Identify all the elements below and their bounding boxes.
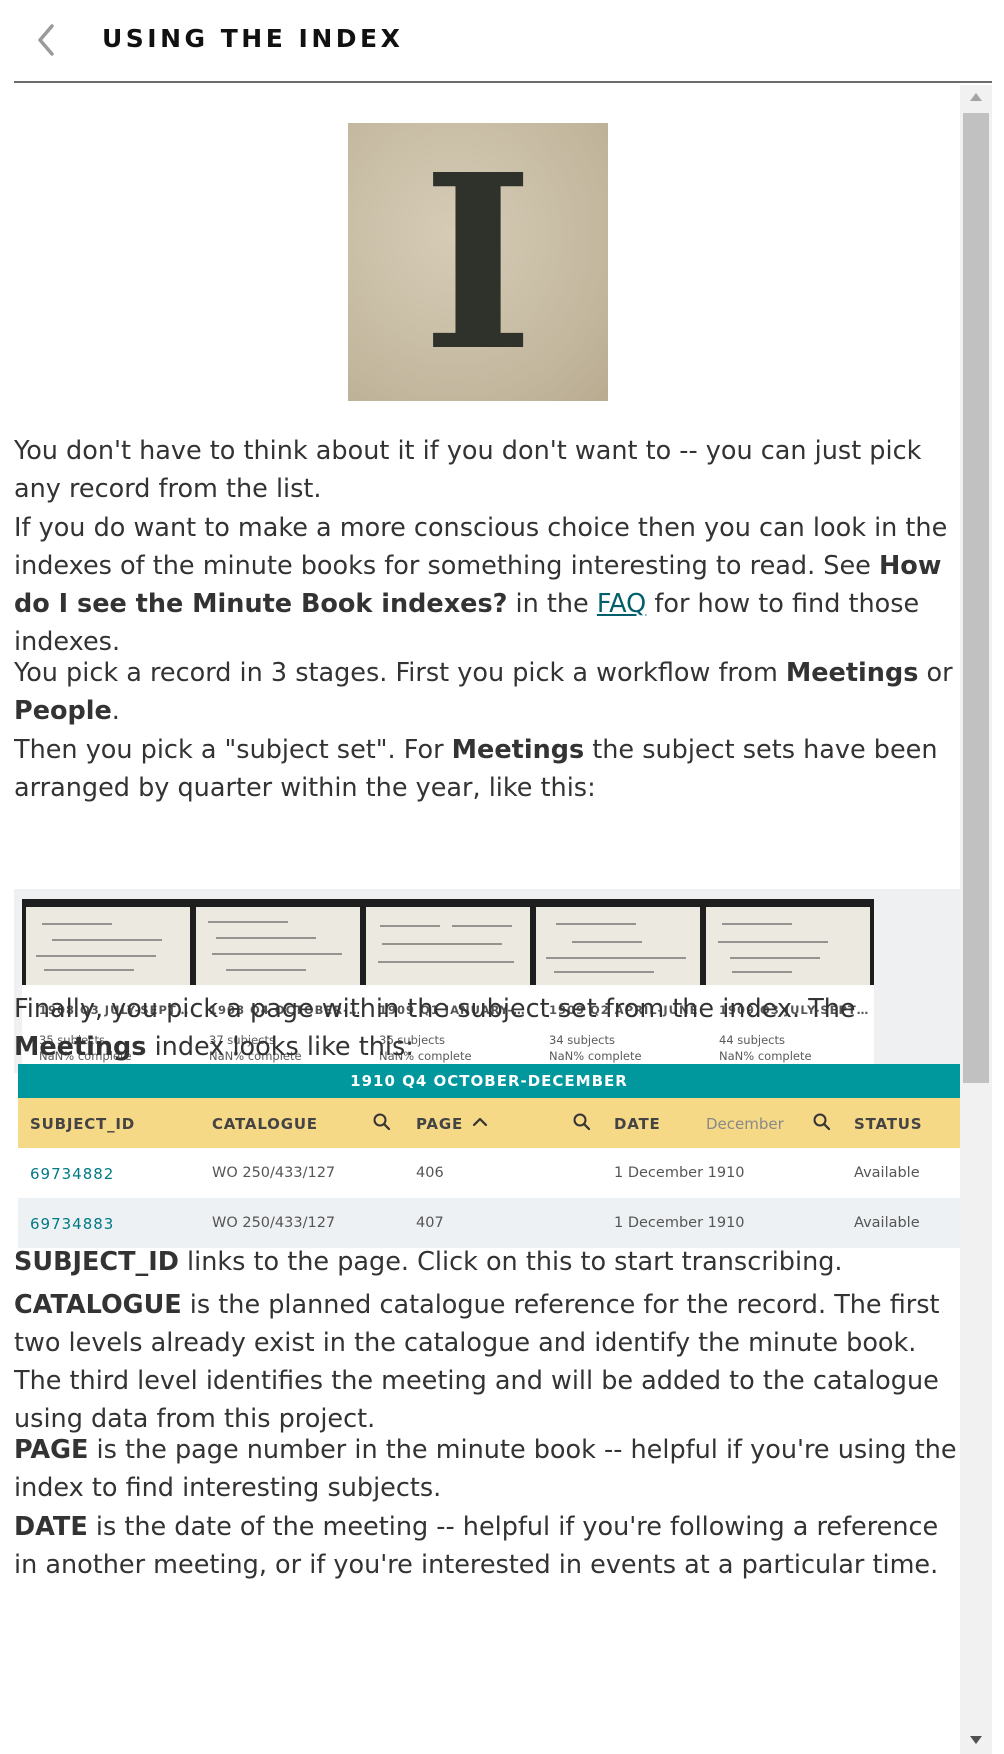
emphasis-text: SUBJECT_ID [14,1247,179,1277]
scroll-thumb[interactable] [963,113,989,1083]
scroll-up-button[interactable] [960,85,992,113]
search-icon[interactable] [372,1112,392,1132]
emphasis-text: CATALOGUE [14,1290,182,1320]
date-cell: 1 December 1910 [614,1215,745,1231]
emphasis-text: Meetings [14,1032,147,1062]
status-cell: Available [854,1165,920,1181]
search-icon[interactable] [812,1112,832,1132]
scroll-down-button[interactable] [960,1726,992,1754]
paragraph-text: If you do want to make a more conscious … [14,513,948,581]
catalogue-cell: WO 250/433/127 [212,1215,336,1231]
paragraph-page: PAGE is the page number in the minute bo… [14,1431,964,1507]
paragraph-text: is the page number in the minute book --… [14,1435,957,1503]
paragraph-text: in the [507,589,597,619]
table-header-row: SUBJECT_ID CATALOGUE PAGE DATE December [18,1098,960,1148]
paragraph-text: You pick a record in 3 stages. First you… [14,658,786,688]
hero-image: I [348,123,608,401]
paragraph-text: or [918,658,953,688]
arrow-up-icon [970,93,982,101]
chevron-left-icon [38,24,54,56]
table-title: 1910 Q4 OCTOBER-DECEMBER [18,1064,960,1098]
page-title: USING THE INDEX [102,24,404,53]
sort-ascending-icon[interactable] [470,1112,490,1132]
subject-id-link[interactable]: 69734883 [30,1215,114,1233]
card-thumbnail [192,899,364,985]
catalogue-cell: WO 250/433/127 [212,1165,336,1181]
meetings-index-table: 1910 Q4 OCTOBER-DECEMBER SUBJECT_ID CATA… [18,1064,960,1248]
paragraph-intro: You don't have to think about it if you … [14,432,964,508]
paragraph-text: index looks like this: [146,1032,414,1062]
emphasis-text: PAGE [14,1435,89,1465]
emphasis-text: Meetings [451,735,585,765]
paragraph-subject-set: Then you pick a "subject set". For Meeti… [14,731,964,807]
card-thumbnail [362,899,534,985]
content-scroll-area[interactable]: I You don't have to think about it if yo… [14,85,992,1754]
card-thumbnail [22,899,194,985]
column-header-date[interactable]: DATE [614,1115,661,1133]
column-header-subject-id[interactable]: SUBJECT_ID [30,1115,135,1133]
column-header-page[interactable]: PAGE [416,1115,463,1133]
paragraph-date: DATE is the date of the meeting -- helpf… [14,1508,964,1584]
back-button[interactable] [28,18,64,62]
arrow-down-icon [970,1736,982,1744]
paragraph-text: is the date of the meeting -- helpful if… [14,1512,939,1580]
card-thumbnail [532,899,704,985]
emphasis-text: Meetings [785,658,919,688]
paragraph-text: Then you pick a "subject set". For [14,735,452,765]
column-header-catalogue[interactable]: CATALOGUE [212,1115,318,1133]
card-thumbnail [702,899,874,985]
paragraph-text: Finally, you pick a page within the subj… [14,994,856,1024]
paragraph-subject-id: SUBJECT_ID links to the page. Click on t… [14,1243,964,1281]
column-header-status[interactable]: STATUS [854,1115,922,1133]
subject-id-link[interactable]: 69734882 [30,1165,114,1183]
emphasis-text: People [14,696,112,726]
paragraph-text: links to the page. Click on this to star… [178,1247,843,1277]
paragraph-text: You don't have to think about it if you … [14,436,922,504]
search-icon[interactable] [572,1112,592,1132]
status-cell: Available [854,1215,920,1231]
paragraph-index-intro: Finally, you pick a page within the subj… [14,990,964,1066]
table-row: 69734882 WO 250/433/127 406 1 December 1… [18,1148,960,1198]
table-row: 69734883 WO 250/433/127 407 1 December 1… [18,1198,960,1248]
vertical-scrollbar[interactable] [960,85,992,1754]
page-cell: 407 [416,1215,444,1231]
page-header: USING THE INDEX [14,0,992,83]
page-cell: 406 [416,1165,444,1181]
hero-letter: I [421,123,535,401]
emphasis-text: DATE [14,1512,88,1542]
paragraph-text: . [111,696,120,726]
faq-link[interactable]: FAQ [597,589,646,619]
date-cell: 1 December 1910 [614,1165,745,1181]
paragraph-stages: You pick a record in 3 stages. First you… [14,654,964,730]
paragraph-indexes: If you do want to make a more conscious … [14,509,964,661]
paragraph-catalogue: CATALOGUE is the planned catalogue refer… [14,1286,964,1438]
date-filter-value[interactable]: December [706,1115,784,1133]
